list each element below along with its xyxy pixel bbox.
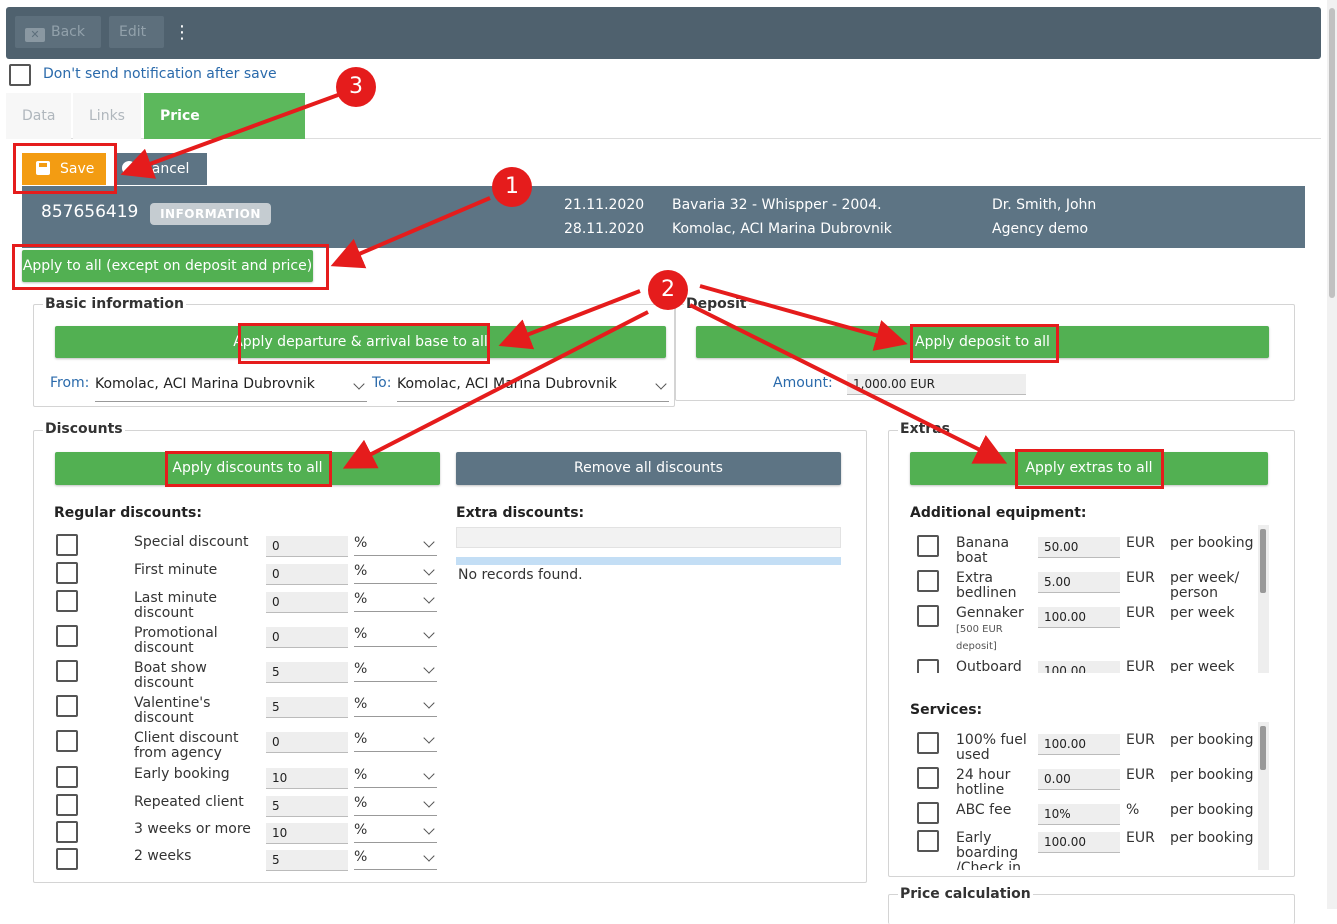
arrow-2-to-discounts <box>342 310 649 469</box>
arrow-2-to-deposit <box>699 284 908 351</box>
arrow-3-to-cancel <box>120 93 339 179</box>
marker-1: 1 <box>492 167 532 207</box>
marker-2: 2 <box>648 270 688 310</box>
arrow-2-to-bases <box>498 289 641 350</box>
arrow-1-to-apply-all <box>330 196 491 269</box>
annotation-arrows <box>120 93 1008 469</box>
marker-3: 3 <box>336 67 376 107</box>
